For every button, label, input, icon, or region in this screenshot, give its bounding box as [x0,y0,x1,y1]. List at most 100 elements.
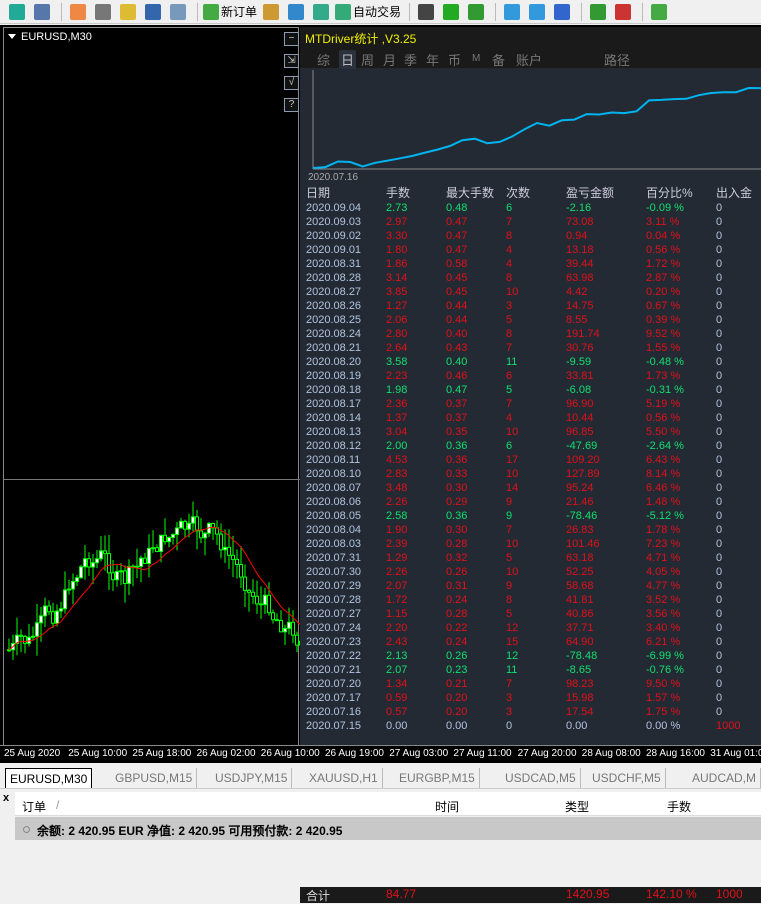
candle-body [123,570,127,584]
autoscroll-button[interactable] [587,2,609,22]
chart-tab[interactable]: USDCAD,M5 [501,768,581,788]
table-cell: 2020.08.17 [306,398,362,410]
table-cell: 8.14 % [646,468,681,480]
table-cell: 2020.07.16 [306,706,362,718]
candle-body [199,530,203,539]
column-header[interactable]: 最大手数 [446,184,494,201]
favorites-button[interactable] [117,2,139,22]
toolbar-separator [61,2,62,21]
candle-body [75,577,79,582]
settings-button[interactable]: ⇲ [284,54,299,68]
check-button[interactable]: √ [284,76,299,90]
col-type[interactable]: 类型 [565,798,589,815]
table-cell: 0 [716,706,723,718]
column-header[interactable]: 日期 [306,184,330,201]
chart-tab[interactable]: XAUUSD,H1 [305,768,383,788]
minimize-button[interactable]: − [284,32,299,46]
line-chart-button[interactable] [465,2,487,22]
table-cell: 0.33 [446,468,468,480]
close-terminal-button[interactable]: x [3,792,9,804]
table-row: 2020.07.16 0.57 0.20 3 17.54 1.75 % 0 [300,706,761,720]
crosshair-button[interactable] [92,2,114,22]
panel-tab[interactable]: 日 [339,50,357,69]
candle-body [183,520,187,530]
panel-tab[interactable]: 周 [361,50,374,69]
table-cell: 0.30 [446,482,468,494]
candle-body [83,558,87,568]
table-cell: 2020.08.25 [306,314,362,326]
candle-body [23,635,27,644]
candle-body [235,558,239,565]
panel-tab[interactable]: 路径 [604,50,630,69]
chart-window-eurusd[interactable]: EURUSD,M30 − ⇲ √ ? [3,27,300,745]
col-time[interactable]: 时间 [435,798,459,815]
chart-tab[interactable]: GBPUSD,M15 [111,768,198,788]
templates-button[interactable] [648,2,670,22]
signals-button[interactable] [285,2,307,22]
table-cell: 0.00 % [646,720,681,732]
table-cell: 9 [506,580,513,592]
table-cell: 12 [506,650,519,662]
table-cell: 4 [506,258,513,270]
table-cell: 0.46 [446,370,468,382]
chart-shift-button[interactable] [612,2,634,22]
strategy-tester-button[interactable] [167,2,189,22]
col-order[interactable]: 订单 [22,798,46,815]
chart-tab[interactable]: EURGBP,M15 [395,768,480,788]
table-cell: 3.48 [386,482,408,494]
dropdown-triangle-icon[interactable] [8,34,16,39]
col-lots[interactable]: 手数 [667,798,691,815]
table-cell: -0.31 % [646,384,684,396]
panel-tab[interactable]: 季 [404,50,417,69]
candle-body [271,612,275,621]
table-cell: 40.86 [566,608,594,620]
zoom-in-button[interactable] [501,2,523,22]
column-header[interactable]: 手数 [386,184,410,201]
metaeditor-button[interactable] [260,2,282,22]
table-row: 2020.08.11 4.53 0.36 17 109.20 6.43 % 0 [300,454,761,468]
chart-tab[interactable]: USDJPY,M15 [211,768,293,788]
column-header[interactable]: 盈亏金额 [566,184,614,201]
table-cell: 0.56 % [646,244,681,256]
table-cell: 3.14 [386,272,408,284]
profiles-button[interactable] [31,2,53,22]
column-header[interactable]: 出入金 [716,184,752,201]
panel-tab[interactable]: 年 [426,50,439,69]
table-cell: 2020.07.20 [306,678,362,690]
panel-tab[interactable]: M [472,53,480,64]
panel-tab[interactable]: 综 [317,50,330,69]
table-cell: 1.29 [386,552,408,564]
market-button[interactable] [310,2,332,22]
zoom-out-button[interactable] [526,2,548,22]
table-cell: 6 [506,440,513,452]
table-cell: 9.52 % [646,328,681,340]
panel-tab[interactable]: 账户 [516,50,542,69]
chart-tab[interactable]: EURUSD,M30 [5,768,93,788]
market-watch-button[interactable] [67,2,89,22]
auto-trading-button[interactable]: 自动交易 [335,2,401,22]
candle-body [267,594,271,614]
candle-body [155,547,159,553]
candle-body [219,533,223,551]
table-cell: 2.58 [386,510,408,522]
time-label: 27 Aug 03:00 [389,748,449,759]
chart-tab[interactable]: AUDCAD,M [688,768,761,788]
bar-chart-button[interactable] [415,2,437,22]
panel-tab[interactable]: 备 [492,50,505,69]
panel-tab[interactable]: 币 [448,50,461,69]
candle-body [291,621,295,636]
column-header[interactable]: 百分比% [646,184,693,201]
new-order-button[interactable]: 新订单 [203,2,257,22]
status-dot-icon [23,826,30,833]
column-header[interactable]: 次数 [506,184,530,201]
new-chart-button[interactable] [6,2,28,22]
chart-tabs: EURUSD,M30 GBPUSD,M15 USDJPY,M15 XAUUSD,H1 E… [0,764,761,789]
tile-windows-button[interactable] [551,2,573,22]
candlestick-button[interactable] [440,2,462,22]
help-button[interactable]: ? [284,98,299,112]
table-cell: 0 [716,440,723,452]
chart-tab[interactable]: USDCHF,M5 [588,768,666,788]
panel-tab[interactable]: 月 [383,50,396,69]
table-cell: 4.05 % [646,566,681,578]
navigator-button[interactable] [142,2,164,22]
